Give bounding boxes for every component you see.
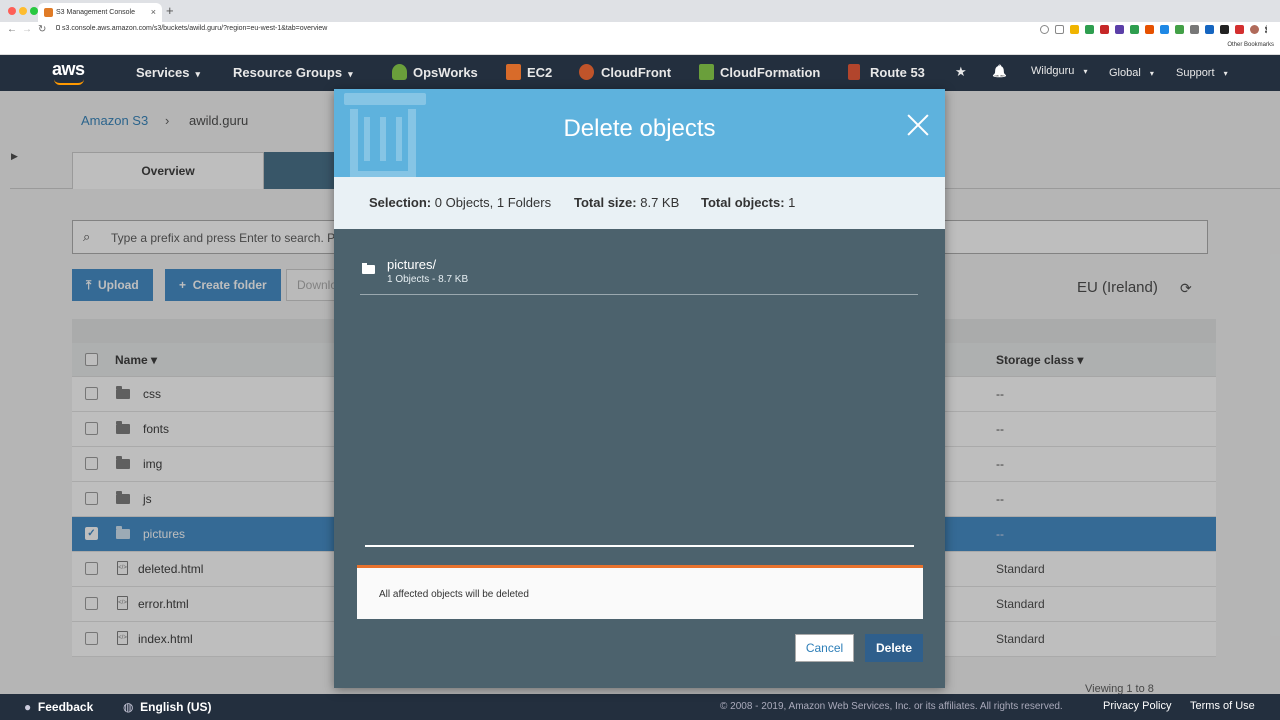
delete-button[interactable]: Delete: [865, 634, 923, 662]
extension-icon[interactable]: [1145, 25, 1154, 34]
extension-icon[interactable]: [1205, 25, 1214, 34]
warning-text: All affected objects will be deleted: [379, 589, 529, 600]
chevron-down-icon: ▾: [1223, 69, 1228, 78]
extension-icon[interactable]: [1235, 25, 1244, 34]
list-item: pictures/ 1 Objects - 8.7 KB: [360, 255, 918, 295]
services-menu[interactable]: Services ▾: [136, 65, 200, 80]
cancel-button[interactable]: Cancel: [795, 634, 854, 662]
bell-icon[interactable]: 🔔: [992, 64, 1007, 78]
close-icon[interactable]: [906, 113, 930, 137]
feedback-link[interactable]: ● Feedback: [24, 700, 93, 714]
extension-icon[interactable]: [1115, 25, 1124, 34]
terms-of-use-link[interactable]: Terms of Use: [1190, 700, 1255, 712]
account-menu[interactable]: Wildguru ▾: [1031, 65, 1087, 77]
browser-tab[interactable]: S3 Management Console ×: [38, 3, 162, 22]
total-objects-value: 1: [788, 195, 796, 210]
total-size-value: 8.7 KB: [640, 195, 680, 210]
selection-value: 0 Objects, 1 Folders: [434, 195, 552, 210]
selection-summary-item: Selection: 0 Objects, 1 Folders: [369, 195, 551, 210]
url-field[interactable]: s3.console.aws.amazon.com/s3/buckets/awi…: [62, 25, 327, 32]
route53-icon: [848, 64, 860, 80]
total-size-item: Total size: 8.7 KB: [574, 195, 679, 210]
services-label: Services: [136, 65, 190, 80]
shortcut-route53[interactable]: Route 53: [870, 65, 925, 80]
reload-icon[interactable]: ↻: [38, 24, 46, 35]
extension-icon[interactable]: [1070, 25, 1079, 34]
lock-icon: [56, 25, 60, 30]
window-close-dot[interactable]: [8, 7, 16, 15]
item-name: pictures/: [387, 257, 437, 272]
s3-favicon-icon: [44, 8, 53, 17]
selection-label: Selection:: [369, 195, 432, 210]
item-meta: 1 Objects - 8.7 KB: [387, 274, 469, 285]
extension-icon[interactable]: [1160, 25, 1169, 34]
extension-icon[interactable]: [1220, 25, 1229, 34]
language-selector[interactable]: ◍ English (US): [123, 700, 212, 714]
tab-close-icon[interactable]: ×: [151, 3, 156, 22]
shortcut-cloudformation[interactable]: CloudFormation: [720, 65, 820, 80]
other-bookmarks[interactable]: Other Bookmarks: [1227, 42, 1274, 48]
shortcut-opsworks[interactable]: OpsWorks: [413, 65, 478, 80]
extension-icon[interactable]: [1100, 25, 1109, 34]
browser-menu-icon[interactable]: [1265, 25, 1268, 34]
aws-logo-smile-icon: [54, 79, 84, 85]
region-label: Global: [1109, 67, 1141, 79]
aws-top-nav: aws Services ▾ Resource Groups ▾ OpsWorks …: [0, 55, 1280, 91]
language-label: English (US): [140, 700, 212, 714]
address-bar: ← → ↻ s3.console.aws.amazon.com/s3/bucke…: [0, 22, 1280, 39]
opsworks-icon: [392, 64, 407, 80]
browser-tab-bar: S3 Management Console × +: [0, 0, 1280, 22]
new-tab-button[interactable]: +: [166, 3, 174, 18]
privacy-policy-link[interactable]: Privacy Policy: [1103, 700, 1171, 712]
browser-tab-title: S3 Management Console: [56, 9, 135, 16]
bookmark-star-icon[interactable]: [1055, 25, 1064, 34]
support-menu[interactable]: Support ▾: [1176, 67, 1228, 79]
delete-objects-dialog: Delete objects Selection: 0 Objects, 1 F…: [334, 89, 945, 688]
chevron-down-icon: ▾: [195, 69, 201, 79]
extension-icon[interactable]: [1130, 25, 1139, 34]
resource-groups-label: Resource Groups: [233, 65, 343, 80]
chevron-down-icon: ▾: [1149, 69, 1154, 78]
total-size-label: Total size:: [574, 195, 637, 210]
cloudformation-icon: [699, 64, 714, 80]
chevron-down-icon: ▾: [348, 69, 353, 79]
pin-icon[interactable]: ★: [955, 64, 967, 80]
forward-icon[interactable]: →: [22, 24, 32, 35]
extension-icon[interactable]: [1085, 25, 1094, 34]
selection-summary: Selection: 0 Objects, 1 Folders Total si…: [334, 177, 945, 229]
support-label: Support: [1176, 67, 1215, 79]
window-minimize-dot[interactable]: [19, 7, 27, 15]
chevron-down-icon: ▾: [1083, 67, 1088, 76]
extension-icon[interactable]: [1190, 25, 1199, 34]
account-name: Wildguru: [1031, 65, 1075, 77]
dialog-header: Delete objects: [334, 89, 945, 177]
resource-groups-menu[interactable]: Resource Groups ▾: [233, 65, 353, 80]
total-objects-label: Total objects:: [701, 195, 785, 210]
zoom-icon[interactable]: [1040, 25, 1049, 34]
warning-alert: All affected objects will be deleted: [357, 565, 923, 619]
console-footer: ● Feedback ◍ English (US) © 2008 - 2019,…: [0, 694, 1280, 720]
chat-bubble-icon: ●: [24, 700, 32, 714]
feedback-label: Feedback: [37, 700, 94, 714]
copyright-text: © 2008 - 2019, Amazon Web Services, Inc.…: [720, 701, 1063, 712]
globe-icon: ◍: [123, 700, 134, 714]
progress-line: [365, 545, 914, 547]
bookmarks-bar: Other Bookmarks: [0, 39, 1280, 55]
dialog-title: Delete objects: [563, 115, 716, 142]
shortcut-cloudfront[interactable]: CloudFront: [601, 65, 671, 80]
profile-avatar-icon[interactable]: [1250, 25, 1259, 34]
extension-icons: [1040, 25, 1268, 34]
extension-icon[interactable]: [1175, 25, 1184, 34]
cloudfront-icon: [579, 64, 594, 80]
region-menu[interactable]: Global ▾: [1109, 67, 1154, 79]
aws-logo[interactable]: aws: [52, 59, 85, 80]
back-icon[interactable]: ←: [7, 24, 17, 35]
total-objects-item: Total objects: 1: [701, 195, 795, 210]
window-zoom-dot[interactable]: [30, 7, 38, 15]
shortcut-ec2[interactable]: EC2: [527, 65, 552, 80]
ec2-icon: [506, 64, 521, 80]
folder-icon: [362, 263, 375, 274]
